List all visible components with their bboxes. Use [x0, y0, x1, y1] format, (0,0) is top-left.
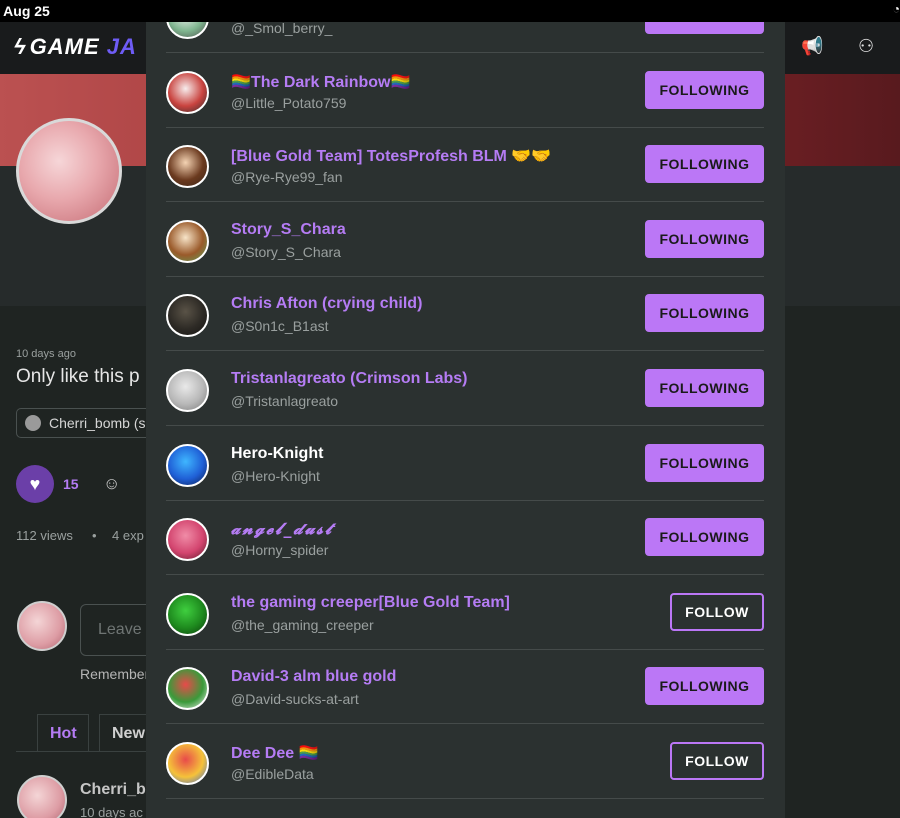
user-name[interactable]: [Blue Gold Team] TotesProfesh BLM 🤝🤝	[231, 146, 551, 166]
user-name[interactable]: Story_S_Chara	[231, 221, 346, 239]
user-handle: @Horny_spider	[231, 542, 329, 559]
heart-icon: ♥	[29, 474, 41, 494]
user-handle: @Little_Potato759	[231, 94, 347, 111]
following-button[interactable]: FOLLOWING	[645, 219, 764, 258]
following-button[interactable]: FOLLOWING	[645, 294, 764, 333]
follow-button[interactable]: FOLLOW	[670, 742, 764, 780]
user-avatar[interactable]	[166, 443, 209, 487]
chip-avatar	[25, 415, 41, 431]
following-modal: XxZanexX@_Smol_berry_FOLLOWING🏳️‍🌈The Da…	[146, 22, 785, 818]
following-button[interactable]: FOLLOWING	[645, 145, 764, 184]
remember-text: Remember	[80, 666, 150, 682]
comment-placeholder: Leave	[98, 621, 142, 638]
user-avatar[interactable]	[166, 592, 209, 636]
user-handle: @_Smol_berry_	[231, 22, 333, 36]
tab-hot[interactable]: Hot	[37, 714, 89, 752]
exp-count: 4 exp	[112, 528, 144, 543]
user-name[interactable]: 𝓪𝓷𝓰𝓮𝓵_𝓭𝓾𝓼𝓽	[231, 519, 333, 539]
user-row: the gaming creeper[Blue Gold Team] @the_g…	[166, 575, 764, 650]
user-row: David-3 alm blue gold @David-sucks-at-art…	[166, 649, 764, 725]
user-handle: @the_gaming_creeper	[231, 616, 374, 633]
user-row: 𝓪𝓷𝓰𝓮𝓵_𝓭𝓾𝓼𝓽 @Horny_spider FOLLOWING	[166, 500, 764, 576]
status-bar: e Aug 25 ◔	[0, 0, 900, 22]
user-row: Hero-Knight @Hero-Knight FOLLOWING	[166, 426, 764, 501]
user-row: Tristanlagreato (Crimson Labs) @Tristanla…	[166, 351, 764, 426]
comment-time: 10 days ac	[80, 805, 143, 818]
user-avatar[interactable]	[166, 518, 209, 562]
user-handle: @S0n1c_B1ast	[231, 318, 329, 335]
user-avatar[interactable]	[166, 22, 209, 39]
status-time: e Aug 25	[0, 3, 50, 19]
user-name[interactable]: the gaming creeper[Blue Gold Team]	[231, 594, 510, 612]
megaphone-icon[interactable]: 📢	[801, 36, 823, 57]
user-avatar[interactable]	[166, 667, 209, 711]
post-title: Only like this p	[16, 366, 140, 387]
user-row: Chris Afton (crying child) @S0n1c_B1ast FO…	[166, 276, 764, 352]
follow-button[interactable]: FOLLOW	[670, 592, 764, 631]
user-row: XxZanexX@_Smol_berry_FOLLOWING	[166, 22, 764, 53]
user-avatar[interactable]	[166, 369, 209, 412]
logo-text-game: GAME	[29, 34, 100, 59]
following-button[interactable]: FOLLOWING	[645, 443, 764, 482]
user-handle: @Hero-Knight	[231, 467, 320, 484]
user-handle: @David-sucks-at-art	[231, 691, 359, 708]
profile-avatar	[16, 118, 122, 224]
user-handle: @Story_S_Chara	[231, 243, 341, 260]
user-row: 🏳️‍🌈The Dark Rainbow🏳️‍🌈 @Little_Potato75…	[166, 53, 764, 128]
sticker-icon[interactable]: ☺	[103, 474, 120, 494]
user-avatar[interactable]	[166, 294, 209, 338]
user-avatar[interactable]	[166, 145, 209, 189]
comment-author-avatar	[17, 775, 67, 818]
user-chip[interactable]: Cherri_bomb (sl	[16, 408, 166, 438]
following-button[interactable]: FOLLOWING	[645, 70, 764, 109]
bolt-icon: ϟ	[14, 34, 27, 59]
chip-label: Cherri_bomb (sl	[49, 415, 149, 431]
comment-author-name: Cherri_bo	[80, 781, 156, 798]
following-button[interactable]: FOLLOWING	[645, 22, 764, 34]
user-row: Story_S_Chara @Story_S_Chara FOLLOWING	[166, 202, 764, 277]
user-row: Dee Dee 🏳️‍🌈 @EdibleData FOLLOW	[166, 724, 764, 799]
following-button[interactable]: FOLLOWING	[645, 518, 764, 557]
user-handle: @Tristanlagreato	[231, 393, 339, 409]
post-time: 10 days ago	[16, 348, 76, 360]
user-handle: @Rye-Rye99_fan	[231, 169, 343, 186]
user-name[interactable]: Dee Dee 🏳️‍🌈	[231, 743, 319, 763]
people-icon[interactable]: ⚇	[858, 36, 874, 57]
view-count: 112 views	[16, 528, 73, 543]
comment-user-avatar	[17, 601, 67, 651]
user-handle: @EdibleData	[231, 766, 314, 782]
user-name[interactable]: Tristanlagreato (Crimson Labs)	[231, 370, 468, 388]
logo[interactable]: ϟ GAME JA	[14, 34, 137, 60]
user-avatar[interactable]	[166, 70, 209, 114]
user-name[interactable]: David-3 alm blue gold	[231, 668, 396, 686]
following-button[interactable]: FOLLOWING	[645, 667, 764, 706]
logo-text-jam: JA	[106, 34, 137, 59]
user-name[interactable]: 🏳️‍🌈The Dark Rainbow🏳️‍🌈	[231, 72, 410, 92]
following-button[interactable]: FOLLOWING	[645, 369, 764, 407]
user-name[interactable]: Hero-Knight	[231, 445, 323, 463]
user-name[interactable]: Chris Afton (crying child)	[231, 295, 422, 313]
tabs-divider	[16, 751, 156, 752]
user-row: [Blue Gold Team] TotesProfesh BLM 🤝🤝 @Rye…	[166, 127, 764, 203]
user-avatar[interactable]	[166, 742, 209, 785]
like-button[interactable]: ♥	[16, 465, 54, 503]
status-indicator-icon: ◔	[892, 2, 900, 16]
tab-new[interactable]: New	[99, 714, 149, 752]
like-count: 15	[63, 476, 79, 492]
user-avatar[interactable]	[166, 219, 209, 263]
separator-dot: •	[92, 528, 97, 543]
